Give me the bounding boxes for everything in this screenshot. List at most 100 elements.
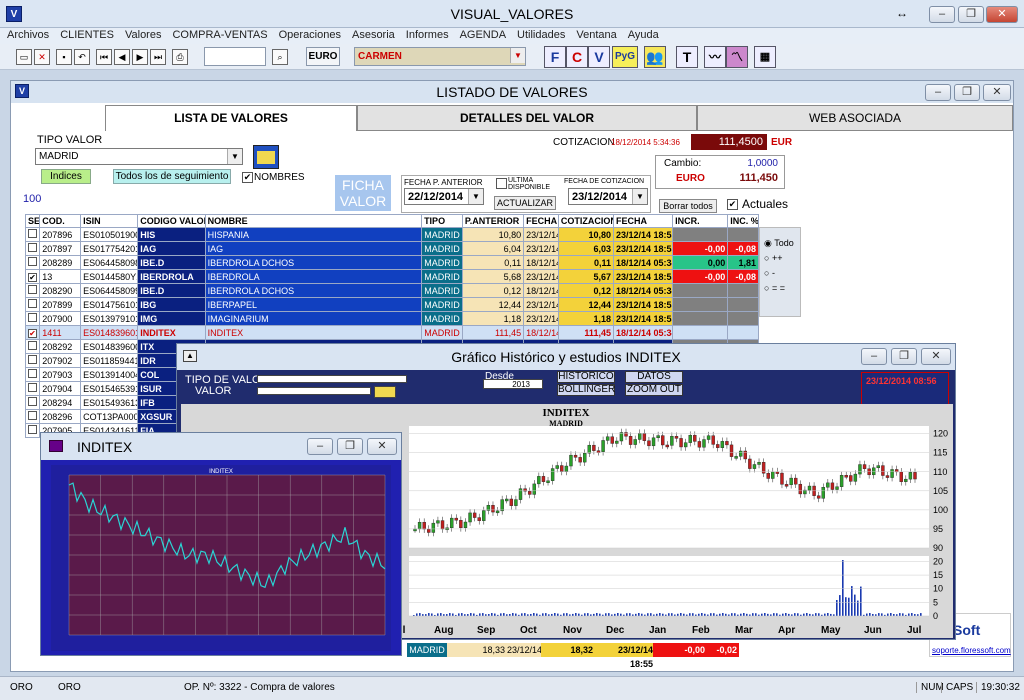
row-checkbox[interactable] [28,229,37,238]
chart-close-button[interactable]: ✕ [921,348,951,365]
col-nombre[interactable]: NOMBRE [204,214,423,228]
radio-todo[interactable]: ◉ Todo [764,238,794,249]
tipo-valor-select[interactable]: MADRID ▼ [35,148,243,165]
menu-asesoria[interactable]: Asesoria [345,28,399,41]
folder-button[interactable] [253,145,279,169]
row-checkbox[interactable] [28,369,37,378]
inditex-minimize-button[interactable]: – [307,438,333,455]
row-checkbox[interactable] [28,257,37,266]
bollinger-button[interactable]: BOLLINGER [557,384,615,396]
col-isin[interactable]: ISIN [80,214,139,228]
support-link[interactable]: soporte.floressoft.com [932,646,1011,655]
close-button[interactable]: ✕ [986,6,1018,23]
row-checkbox[interactable] [28,313,37,322]
listado-minimize-button[interactable]: – [925,84,951,101]
zoom-out-button[interactable]: ZOOM OUT [625,384,683,396]
row-checkbox[interactable] [28,341,37,350]
minimize-button[interactable]: – [929,6,955,23]
print-icon[interactable]: ⎙ [172,49,188,65]
pyg-button[interactable]: PyG [612,46,638,68]
c-button[interactable]: C [566,46,588,68]
col-cotizacion[interactable]: COTIZACION [557,214,614,228]
delete-doc-icon[interactable]: ✕ [34,49,50,65]
tab-detalles-valor[interactable]: DETALLES DEL VALOR [357,105,697,131]
maximize-button[interactable]: ❐ [958,6,984,23]
datos-button[interactable]: DATOS [625,371,683,383]
binoculars-icon[interactable]: ⌕ [272,49,288,65]
menu-ayuda[interactable]: Ayuda [621,28,663,41]
col-codigo[interactable]: CODIGO VALOR [137,214,206,228]
first-record-icon[interactable]: ⏮ [96,49,112,65]
next-record-icon[interactable]: ▶ [132,49,148,65]
col-incr[interactable]: INCR. [672,214,729,228]
table-row[interactable]: 208289ES0644580983IBE.DIBERDROLA DCHOSMA… [24,255,759,270]
row-checkbox[interactable] [28,411,37,420]
borrar-todos-button[interactable]: Borrar todos [659,199,717,213]
bottom-row[interactable]: MADRID 18,33 23/12/14 18,32 23/12/14 18:… [407,643,757,669]
inditex-line-chart[interactable]: INDITEX [51,465,391,651]
radio-equal[interactable]: ○ = = [764,283,785,293]
nombres-checkbox[interactable]: ✔ [242,172,253,183]
valor-folder-icon[interactable] [374,386,396,398]
table-row[interactable]: 207899ES0147561015IBGIBERPAPELMADRID12,4… [24,297,759,312]
tab-web-asociada[interactable]: WEB ASOCIADA [697,105,1013,131]
col-cod[interactable]: COD. [39,214,82,228]
menu-informes[interactable]: Informes [399,28,453,41]
tab-lista-valores[interactable]: LISTA DE VALORES [105,105,357,131]
resize-arrows-icon[interactable]: ↔ [896,6,908,20]
ficha-icon[interactable]: F [544,46,566,68]
chart-line-icon[interactable]: 〰 [704,46,726,68]
search-field[interactable] [204,47,266,66]
ficha-valor-button[interactable]: FICHA VALOR [335,175,391,211]
row-checkbox[interactable]: ✔ [28,272,37,282]
row-checkbox[interactable] [28,243,37,252]
last-record-icon[interactable]: ⏭ [150,49,166,65]
t-button[interactable]: T [676,46,698,68]
new-doc-icon[interactable]: ▭ [16,49,32,65]
chart-restore-button[interactable]: ❐ [891,348,917,365]
historico-button[interactable]: HISTORICO [557,371,615,383]
menu-agenda[interactable]: AGENDA [453,28,510,41]
row-checkbox[interactable] [28,355,37,364]
row-checkbox[interactable]: ✔ [28,328,37,338]
radio-minus[interactable]: ○ - [764,268,775,278]
desde-select[interactable]: 2013 [483,379,543,389]
inditex-restore-button[interactable]: ❐ [337,438,363,455]
table-row[interactable]: ✔1411ES0148396015INDITEXINDITEXMADRID111… [24,325,759,340]
actuales-checkbox[interactable]: ✔ [727,199,738,210]
col-se[interactable]: SE [24,214,41,228]
row-checkbox[interactable] [28,285,37,294]
listado-restore-button[interactable]: ❐ [954,84,980,101]
valor-input[interactable] [257,387,371,395]
menu-valores[interactable]: Valores [118,28,165,41]
fecha-anterior-select[interactable]: 22/12/2014 ▼ [404,188,484,205]
menu-compra-ventas[interactable]: COMPRA-VENTAS [165,28,271,41]
menu-operaciones[interactable]: Operaciones [272,28,345,41]
menu-ventana[interactable]: Ventana [569,28,620,41]
table-row[interactable]: ✔13ES0144580Y14IBERDROLAIBERDROLAMADRID5… [24,269,759,284]
radio-plus[interactable]: ○ ++ [764,253,782,263]
menu-utilidades[interactable]: Utilidades [510,28,569,41]
v-button[interactable]: V [588,46,610,68]
table-row[interactable]: 207897ES0177542018IAGIAGMADRID6,0423/12/… [24,241,759,256]
ultima-checkbox[interactable] [496,178,507,189]
seguimiento-button[interactable]: Todos los de seguimiento [113,169,231,184]
table-row[interactable]: 208290ES0644580997IBE.DIBERDROLA DCHOSMA… [24,283,759,298]
actualizar-button[interactable]: ACTUALIZAR [494,196,556,210]
save-icon[interactable]: ▪ [56,49,72,65]
undo-icon[interactable]: ↶ [74,49,90,65]
col-incp[interactable]: INC. % [727,214,759,228]
users-icon[interactable]: 👥 [644,46,666,68]
listado-close-button[interactable]: ✕ [983,84,1011,101]
table-row[interactable]: 207896ES0105019006HISHISPANIAMADRID10,80… [24,227,759,242]
inditex-close-button[interactable]: ✕ [367,438,397,455]
euro-button[interactable]: EURO [306,47,340,66]
col-fecha-cot[interactable]: FECHA [612,214,674,228]
prev-record-icon[interactable]: ◀ [114,49,130,65]
client-select[interactable]: CARMEN ▼ [354,47,526,66]
chart-minimize-button[interactable]: – [861,348,887,365]
menu-clientes[interactable]: CLIENTES [53,28,118,41]
col-panterior[interactable]: P.ANTERIOR [461,214,525,228]
tipo-valor-input[interactable] [257,375,407,383]
row-checkbox[interactable] [28,383,37,392]
